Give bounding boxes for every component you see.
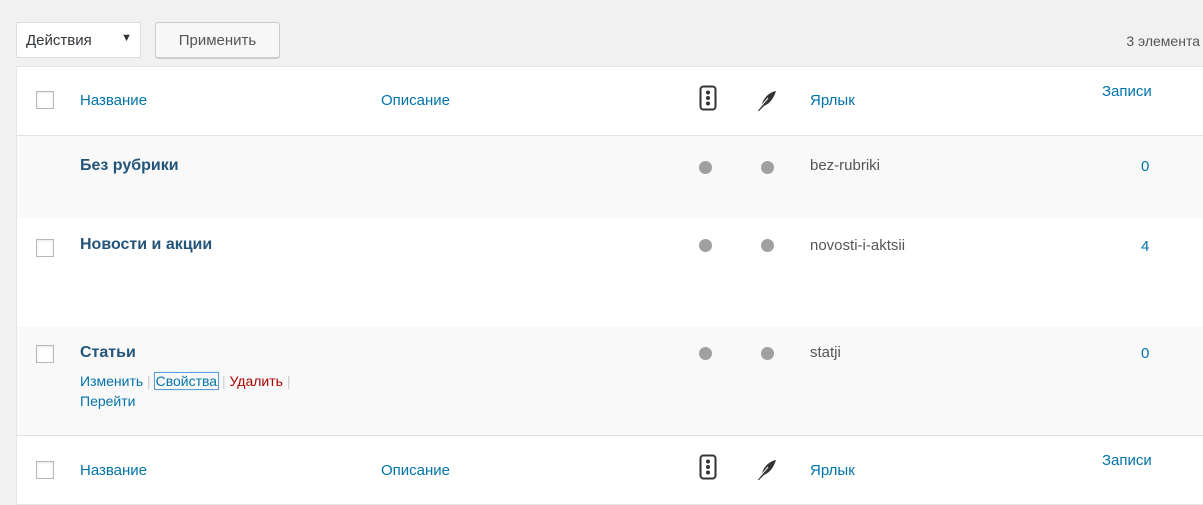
delete-link[interactable]: Удалить: [229, 373, 282, 389]
status-dot: [699, 239, 712, 252]
category-posts-count[interactable]: 0: [1141, 345, 1149, 362]
table-row: Статьи statji 0 Изменить | Свойства | Уд…: [17, 327, 1203, 435]
column-name-footer[interactable]: Название: [80, 462, 147, 479]
column-slug-header[interactable]: Ярлык: [810, 92, 855, 109]
status-dot: [761, 161, 774, 174]
row-checkbox[interactable]: [36, 239, 54, 257]
separator: |: [286, 373, 291, 389]
category-slug: statji: [810, 344, 841, 361]
table-row: Без рубрики bez-rubriki 0: [17, 136, 1203, 218]
column-posts-header[interactable]: Записи: [1102, 83, 1152, 100]
category-name-link[interactable]: Статьи: [80, 344, 136, 362]
status-dot: [699, 161, 712, 174]
separator: |: [147, 373, 155, 389]
category-name-link[interactable]: Новости и акции: [80, 236, 212, 254]
column-name-header[interactable]: Название: [80, 92, 147, 109]
table-footer-row: Название Описание Ярлык Записи: [17, 435, 1203, 505]
tablenav-top: Действия ▼ Применить 3 элемента: [0, 0, 1203, 66]
table-row: Новости и акции novosti-i-aktsii 4: [17, 218, 1203, 327]
column-description-footer[interactable]: Описание: [381, 462, 450, 479]
traffic-light-icon[interactable]: [699, 454, 717, 480]
table-header-row: Название Описание Ярлык Записи: [17, 67, 1203, 136]
row-checkbox[interactable]: [36, 345, 54, 363]
column-description-header[interactable]: Описание: [381, 92, 450, 109]
categories-table: Название Описание Ярлык Записи Без рубри…: [16, 66, 1203, 505]
row-actions: Изменить | Свойства | Удалить | Перейти: [80, 371, 290, 411]
category-posts-count[interactable]: 4: [1141, 238, 1149, 255]
view-link[interactable]: Перейти: [80, 393, 135, 409]
select-all-checkbox[interactable]: [36, 91, 54, 109]
status-dot: [761, 239, 774, 252]
traffic-light-icon[interactable]: [699, 85, 717, 111]
category-slug: novosti-i-aktsii: [810, 237, 906, 254]
status-dot: [699, 347, 712, 360]
apply-button[interactable]: Применить: [155, 22, 280, 58]
status-dot: [761, 347, 774, 360]
column-posts-footer[interactable]: Записи: [1102, 452, 1152, 469]
bulk-actions-label: Действия: [26, 31, 92, 49]
bulk-actions-select[interactable]: Действия ▼: [16, 22, 141, 58]
feather-icon[interactable]: [754, 458, 778, 482]
select-all-checkbox-footer[interactable]: [36, 461, 54, 479]
column-slug-footer[interactable]: Ярлык: [810, 462, 855, 479]
feather-icon[interactable]: [754, 89, 778, 113]
category-posts-count[interactable]: 0: [1141, 158, 1149, 175]
category-name-link[interactable]: Без рубрики: [80, 157, 179, 175]
properties-link[interactable]: Свойства: [153, 372, 220, 390]
dropdown-arrow-icon: ▼: [121, 32, 132, 44]
category-slug: bez-rubriki: [810, 157, 881, 174]
items-count: 3 элемента: [1126, 33, 1200, 49]
edit-link[interactable]: Изменить: [80, 373, 143, 389]
